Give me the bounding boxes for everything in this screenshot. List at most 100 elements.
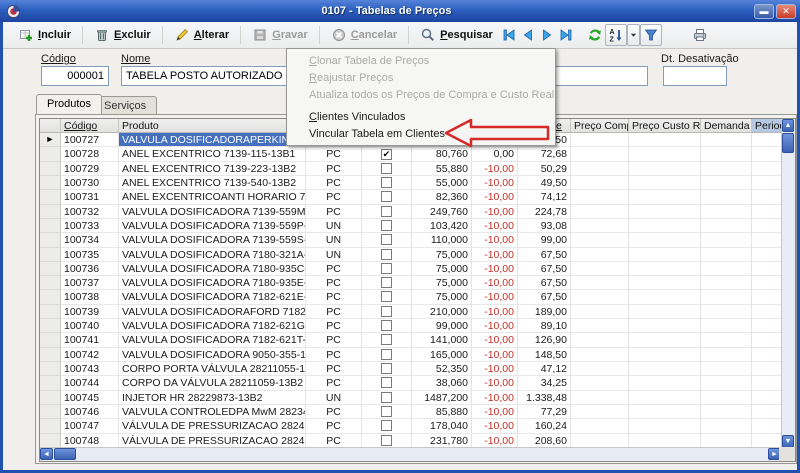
column-header-pcompra[interactable]: Preço Compra (571, 119, 629, 133)
cell-chk (362, 248, 412, 262)
incluir-button[interactable]: Incluir (11, 24, 78, 46)
table-row[interactable]: 100747VÁLVULA DE PRESSURIZACAO 28248465-… (40, 419, 783, 433)
cell-pcustoreal (629, 219, 701, 233)
row-checkbox[interactable] (381, 220, 392, 231)
table-row[interactable]: 100733VALVULA DOSIFICADORA 7139-559P-13B… (40, 219, 783, 233)
first-record-button[interactable] (500, 25, 519, 45)
table-row[interactable]: 100728ANEL EXCENTRICO 7139-115-13B1PC✔80… (40, 147, 783, 161)
row-checkbox[interactable] (381, 363, 392, 374)
table-row[interactable]: 100737VALVULA DOSIFICADORA 7180-935E-13B… (40, 276, 783, 290)
table-row[interactable]: 100741VALVULA DOSIFICADORA 7182-621T-13B… (40, 333, 783, 347)
row-checkbox[interactable] (381, 306, 392, 317)
row-checkbox[interactable] (381, 191, 392, 202)
row-checkbox[interactable] (381, 349, 392, 360)
column-header-ind[interactable] (40, 119, 61, 133)
excluir-button[interactable]: Excluir (87, 24, 158, 46)
pesquisar-button[interactable]: Pesquisar (413, 24, 500, 46)
cell-codigo: 100744 (61, 376, 119, 390)
sort-dropdown-button[interactable] (627, 24, 640, 46)
cell-chk (362, 162, 412, 176)
row-checkbox[interactable] (381, 177, 392, 188)
table-row[interactable]: 100734VALVULA DOSIFICADORA 7139-559S-13B… (40, 233, 783, 247)
cell-codigo: 100747 (61, 419, 119, 433)
vertical-scroll-thumb[interactable] (782, 133, 794, 153)
title-bar: 0107 - Tabelas de Preços ▬ ✕ (0, 0, 800, 22)
codigo-input[interactable] (41, 66, 109, 86)
row-checkbox[interactable] (381, 392, 392, 403)
column-header-codigo[interactable]: Código (61, 119, 119, 133)
cell-codigo: 100734 (61, 233, 119, 247)
cell-pcustoreal (629, 305, 701, 319)
table-row[interactable]: 100744CORPO DA VÁLVULA 28211059-13B2PC38… (40, 376, 783, 390)
alterar-button[interactable]: Alterar (167, 24, 236, 46)
refresh-button[interactable] (586, 25, 605, 45)
cell-demanda (701, 405, 752, 419)
scroll-left-button[interactable]: ◄ (40, 448, 53, 460)
scroll-up-button[interactable]: ▲ (782, 119, 794, 132)
cell-un: PC (306, 319, 362, 333)
table-row[interactable]: 100742VALVULA DOSIFICADORA 9050-355-13B2… (40, 348, 783, 362)
row-checkbox[interactable] (381, 377, 392, 388)
row-checkbox[interactable] (381, 291, 392, 302)
cell-preco: 178,040 (412, 419, 472, 433)
table-row[interactable]: 100735VALVULA DOSIFICADORA 7180-321A-13B… (40, 248, 783, 262)
table-row[interactable]: 100730ANEL EXCENTRICO 7139-540-13B2PC55,… (40, 176, 783, 190)
sort-button[interactable]: A Z (605, 24, 627, 46)
table-row[interactable]: 100745INJETOR HR 28229873-13B2UN1487,200… (40, 391, 783, 405)
cancelar-button[interactable]: Cancelar (324, 24, 404, 46)
row-checkbox[interactable] (381, 320, 392, 331)
table-row[interactable]: 100739VALVULA DOSIFICADORAFORD 7182-621F… (40, 305, 783, 319)
row-checkbox[interactable] (381, 435, 392, 446)
tab-servicos[interactable]: Serviços (93, 96, 157, 114)
prior-record-button[interactable] (519, 25, 538, 45)
table-row[interactable]: 100738VALVULA DOSIFICADORA 7182-621E-13B… (40, 290, 783, 304)
next-record-button[interactable] (538, 25, 557, 45)
row-checkbox[interactable] (381, 334, 392, 345)
row-checkbox[interactable] (381, 206, 392, 217)
table-row[interactable]: 100743CORPO PORTA VÁLVULA 28211055-13B2P… (40, 362, 783, 376)
print-button[interactable] (688, 25, 712, 45)
column-header-demanda[interactable]: Demanda (701, 119, 752, 133)
cell-pcompra (571, 405, 629, 419)
row-checkbox[interactable] (381, 263, 392, 274)
cell-period (752, 405, 783, 419)
row-checkbox[interactable] (381, 420, 392, 431)
tab-produtos[interactable]: Produtos (36, 94, 102, 114)
row-checkbox[interactable] (381, 277, 392, 288)
last-record-button[interactable] (557, 25, 576, 45)
row-checkbox[interactable] (381, 163, 392, 174)
row-checkbox[interactable] (381, 249, 392, 260)
column-header-period[interactable]: Periodicidade (752, 119, 783, 133)
cell-period (752, 290, 783, 304)
codigo-label: Código (41, 53, 76, 65)
row-checkbox[interactable] (381, 406, 392, 417)
minimize-button[interactable]: ▬ (754, 4, 774, 19)
cell-codigo: 100727 (61, 133, 119, 147)
horizontal-scroll-thumb[interactable] (54, 448, 76, 460)
close-button[interactable]: ✕ (776, 4, 796, 19)
cell-pcustoreal (629, 290, 701, 304)
vertical-scrollbar[interactable]: ▲ ▼ (781, 119, 795, 448)
table-row[interactable]: 100740VALVULA DOSIFICADORA 7182-621G-13B… (40, 319, 783, 333)
dt-desativacao-input[interactable] (663, 66, 727, 86)
row-checkbox[interactable]: ✔ (381, 149, 392, 160)
table-row[interactable]: 100746VALVULA CONTROLEDPA MwM 28234494-1… (40, 405, 783, 419)
gravar-button[interactable]: Gravar (245, 24, 314, 46)
cell-produto: VALVULA DOSIFICADORA 7139-559M-13B2 (119, 205, 306, 219)
table-row[interactable]: 100732VALVULA DOSIFICADORA 7139-559M-13B… (40, 205, 783, 219)
table-row[interactable]: 100736VALVULA DOSIFICADORA 7180-935C-13B… (40, 262, 783, 276)
horizontal-scrollbar[interactable]: ◄ ► (40, 447, 781, 461)
cell-codigo: 100731 (61, 190, 119, 204)
column-header-pcustoreal[interactable]: Preço Custo Real (629, 119, 701, 133)
app-window: 0107 - Tabelas de Preços ▬ ✕ Incluir Exc… (0, 0, 800, 473)
cell-chk: ✔ (362, 147, 412, 161)
row-checkbox[interactable] (381, 234, 392, 245)
menu-item: Reajustar Preços (287, 70, 555, 87)
table-row[interactable]: 100729ANEL EXCENTRICO 7139-223-13B2PC55,… (40, 162, 783, 176)
column-header-produto[interactable]: Produto (119, 119, 306, 133)
table-row[interactable]: 100731ANEL EXCENTRICOANTI HORARIO 7139-5… (40, 190, 783, 204)
printer-icon (692, 27, 708, 43)
table-row[interactable]: 100748VÁLVULA DE PRESSURIZACAO 28248466-… (40, 434, 783, 448)
filter-button[interactable] (640, 24, 662, 46)
cell-pcustoreal (629, 348, 701, 362)
